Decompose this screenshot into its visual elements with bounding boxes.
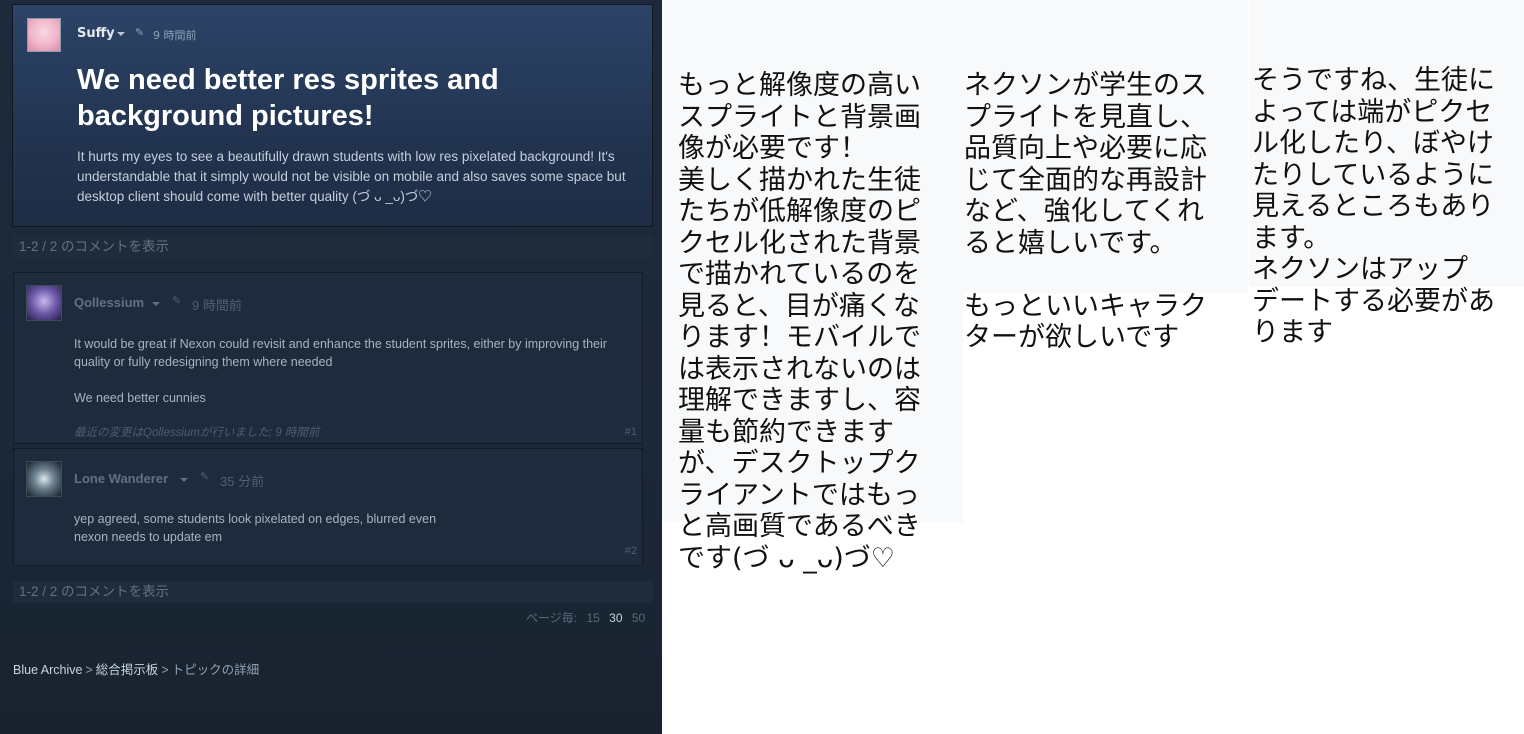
per-page-label: ページ毎:: [526, 611, 578, 625]
translation-panel-comment-2: そうですね、生徒に よっては端がピクセ ル化したり、ぼやけ たりしているように …: [1249, 0, 1524, 348]
breadcrumb-separator: >: [161, 663, 169, 677]
edited-note: 最近の変更はQollessiumが行いました; 9 時間前: [74, 427, 320, 439]
comment-timestamp: 9 時間前: [192, 298, 242, 313]
comment-count-top: 1-2 / 2 のコメントを表示: [13, 236, 653, 258]
translation-text: そうですね、生徒に よっては端がピクセ ル化したり、ぼやけ たりしているように …: [1252, 65, 1495, 348]
per-page-option-50[interactable]: 50: [632, 611, 645, 625]
chevron-down-icon[interactable]: [117, 32, 125, 36]
comment-item: Lone Wanderer ✎ 35 分前 yep agreed, some s…: [13, 448, 643, 566]
translation-panel-op: もっと解像度の高い スプライトと背景画 像が必要です！ 美しく描かれた生徒 たち…: [662, 0, 963, 574]
per-page-option-30[interactable]: 30: [609, 611, 622, 625]
op-timestamp: 9 時間前: [153, 29, 197, 42]
breadcrumb: Blue Archive > 総合掲示板 > トピックの詳細: [13, 659, 259, 678]
comment-item: Qollessium ✎ 9 時間前 It would be great if …: [13, 272, 643, 444]
commenter-avatar[interactable]: [26, 285, 62, 321]
per-page-selector: ページ毎: 15 30 50: [526, 609, 645, 626]
original-post: Suffy ✎ 9 時間前 We need better res sprites…: [12, 4, 653, 227]
commenter-avatar[interactable]: [26, 461, 62, 497]
pencil-icon: ✎: [200, 470, 210, 483]
translation-text: ネクソンが学生のス プライトを見直し、 品質向上や必要に応 じて全面的な再設計 …: [964, 70, 1207, 353]
comment-text: It would be great if Nexon could revisit…: [74, 337, 607, 369]
op-author-name[interactable]: Suffy: [77, 26, 115, 41]
breadcrumb-separator: >: [85, 663, 93, 677]
breadcrumb-forum-link[interactable]: 総合掲示板: [96, 663, 159, 677]
comment-author-name[interactable]: Qollessium: [74, 295, 144, 310]
comment-author-name[interactable]: Lone Wanderer: [74, 471, 168, 486]
topic-title: We need better res sprites and backgroun…: [77, 64, 499, 132]
comment-timestamp: 35 分前: [220, 474, 265, 489]
pencil-icon: ✎: [172, 294, 182, 307]
topic-body: It hurts my eyes to see a beautifully dr…: [77, 149, 626, 204]
comment-number[interactable]: #2: [625, 545, 637, 557]
comment-text: yep agreed, some students look pixelated…: [74, 512, 437, 544]
breadcrumb-game-link[interactable]: Blue Archive: [13, 663, 82, 677]
comment-text: We need better cunnies: [74, 391, 206, 405]
translation-text: もっと解像度の高い スプライトと背景画 像が必要です！ 美しく描かれた生徒 たち…: [678, 70, 921, 574]
per-page-option-15[interactable]: 15: [586, 611, 599, 625]
chevron-down-icon[interactable]: [180, 478, 188, 482]
op-avatar[interactable]: [27, 18, 61, 52]
steam-discussion-panel: Suffy ✎ 9 時間前 We need better res sprites…: [0, 0, 662, 734]
comment-number[interactable]: #1: [625, 426, 637, 438]
breadcrumb-current: トピックの詳細: [171, 663, 260, 677]
comment-count-bottom: 1-2 / 2 のコメントを表示: [13, 581, 653, 603]
chevron-down-icon[interactable]: [152, 302, 160, 306]
translation-panel-comment-1: ネクソンが学生のス プライトを見直し、 品質向上や必要に応 じて全面的な再設計 …: [963, 0, 1248, 353]
pencil-icon: ✎: [135, 26, 145, 39]
